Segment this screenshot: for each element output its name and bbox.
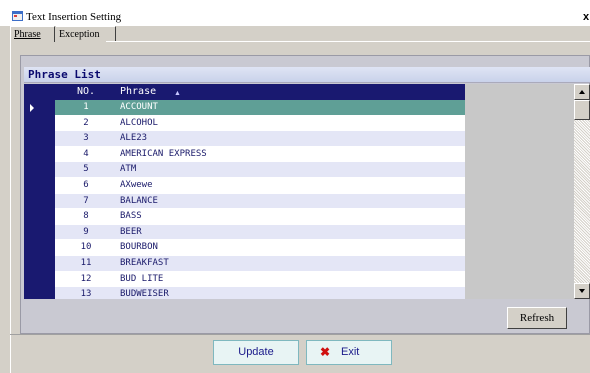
cell-phrase: ACCOUNT [120,102,158,112]
table-row[interactable]: 12 BUD LITE [55,271,465,288]
cell-no: 4 [83,148,89,159]
table-row[interactable]: 10 BOURBON [55,240,465,256]
table-row[interactable]: 13 BUDWEISER [55,287,465,299]
cell-no: 10 [80,242,92,253]
table-row[interactable]: 9 BEER [55,224,465,241]
tab-phrase[interactable]: Phrase [10,26,55,42]
table-row[interactable]: 2 ALCOHOL [55,115,465,132]
cell-no: 2 [83,117,89,128]
row-indicator-column [24,84,55,299]
current-row-arrow-icon [30,104,34,112]
cell-phrase: AXwewe [120,179,153,190]
arrow-down-icon [579,289,585,293]
cell-no: 5 [83,164,89,175]
cell-phrase: BASS [120,211,142,222]
grid-caption-label: Phrase List [28,68,101,81]
cell-phrase: BOURBON [120,242,158,253]
divider [10,334,590,335]
arrow-up-icon [579,90,585,94]
cell-phrase: BUD LITE [120,273,164,284]
cell-no: 3 [83,133,89,144]
table-row[interactable]: 6 AXwewe [55,177,465,194]
update-button[interactable]: Update [213,340,299,365]
exit-button[interactable]: ✖ Exit [306,340,392,365]
grid-caption: Phrase List [24,67,590,83]
column-header-no[interactable]: NO. [55,84,117,100]
grid-rows: 1 ACCOUNT 2 ALCOHOL 3 ALE23 4 AMERICAN EXPRESS 5… [55,100,465,299]
cell-no: 7 [83,195,89,206]
scroll-up-button[interactable] [574,84,590,100]
cell-phrase: BALANCE [120,195,158,206]
cell-no: 11 [80,257,92,268]
cell-no: 1 [83,102,89,112]
table-row[interactable]: 5 ATM [55,162,465,178]
app-window-icon [12,11,23,21]
refresh-button[interactable]: Refresh [507,307,567,329]
cell-phrase: BREAKFAST [120,257,169,268]
scroll-thumb[interactable] [574,100,590,120]
cell-phrase: BEER [120,226,142,237]
table-row[interactable]: 4 AMERICAN EXPRESS [55,146,465,163]
title-bar: Text Insertion Setting x [0,0,590,26]
close-x-icon: ✖ [320,345,331,359]
exit-button-label: Exit [341,346,360,358]
cell-phrase: ALCOHOL [120,117,158,128]
cell-no: 12 [80,273,92,284]
table-row[interactable]: 11 BREAKFAST [55,255,465,272]
vertical-scrollbar[interactable] [574,84,590,299]
table-row[interactable]: 1 ACCOUNT [55,100,465,116]
cell-phrase: BUDWEISER [120,289,169,299]
column-header-phrase[interactable]: Phrase [117,84,465,100]
cell-no: 8 [83,211,89,222]
sort-ascending-icon: ▲ [174,89,181,97]
table-row[interactable]: 8 BASS [55,209,465,225]
table-row[interactable]: 7 BALANCE [55,193,465,210]
cell-no: 13 [80,289,92,299]
cell-phrase: ALE23 [120,133,148,144]
close-icon[interactable]: x [583,10,589,24]
phrase-grid[interactable]: NO. Phrase 1 ACCOUNT 2 ALCOHOL 3 ALE23 4 AMERIC… [24,84,574,299]
tab-exception[interactable]: Exception [56,26,116,42]
cell-no: 9 [83,226,89,237]
cell-no: 6 [83,179,89,190]
table-row[interactable]: 3 ALE23 [55,131,465,147]
cell-phrase: AMERICAN EXPRESS [120,148,207,159]
cell-phrase: ATM [120,164,137,175]
scroll-down-button[interactable] [574,283,590,299]
window-title: Text Insertion Setting [26,11,122,23]
